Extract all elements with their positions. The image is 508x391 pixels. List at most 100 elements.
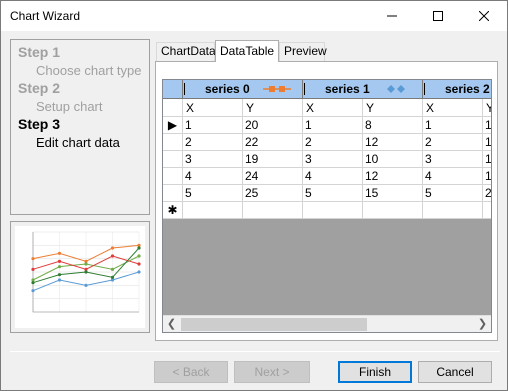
step-3-subtitle: Edit chart data	[36, 135, 120, 150]
table-cell[interactable]: 12	[363, 168, 423, 185]
table-cell[interactable]: 10	[363, 151, 423, 168]
table-cell[interactable]: 5	[183, 185, 243, 202]
series-name: series 2	[445, 82, 490, 96]
table-cell[interactable]: 4	[303, 168, 363, 185]
wizard-steps-panel: Step 1 Choose chart type Step 2 Setup ch…	[10, 39, 150, 215]
series-marker-icon	[387, 85, 405, 93]
table-cell[interactable]: 2	[423, 134, 483, 151]
table-cell[interactable]: 5	[423, 185, 483, 202]
table-cell[interactable]: 3	[423, 151, 483, 168]
table-cell[interactable]: 25	[243, 185, 303, 202]
table-cell[interactable]: 2	[483, 185, 491, 202]
preview-point	[31, 257, 35, 261]
preview-point	[31, 289, 35, 293]
row-header[interactable]	[163, 185, 183, 202]
preview-point	[110, 267, 115, 271]
table-cell[interactable]: 1	[483, 117, 491, 134]
table-cell[interactable]: 5	[303, 185, 363, 202]
preview-point	[110, 254, 115, 258]
preview-point	[84, 262, 88, 266]
new-row-cell[interactable]	[483, 202, 491, 219]
column-header-y[interactable]: Y	[483, 99, 491, 117]
preview-point	[57, 278, 62, 282]
table-cell[interactable]: 2	[303, 134, 363, 151]
window-title: Chart Wizard	[10, 9, 81, 23]
maximize-button[interactable]	[415, 1, 461, 31]
table-cell[interactable]: 1	[423, 117, 483, 134]
series-header-divider	[424, 83, 425, 95]
grid-corner	[163, 80, 183, 99]
table-cell[interactable]: 3	[303, 151, 363, 168]
preview-point	[57, 265, 62, 269]
back-button[interactable]: < Back	[154, 361, 228, 383]
cancel-button[interactable]: Cancel	[418, 361, 492, 383]
maximize-icon	[433, 11, 443, 21]
preview-point	[137, 254, 141, 258]
table-cell[interactable]: 15	[363, 185, 423, 202]
close-icon	[479, 11, 489, 21]
preview-point	[57, 251, 62, 255]
table-cell[interactable]: 4	[183, 168, 243, 185]
series-header-1[interactable]: series 1	[303, 80, 423, 99]
preview-point	[57, 259, 62, 263]
horizontal-scrollbar[interactable]: ❮ ❯	[163, 315, 491, 332]
table-cell[interactable]: 1	[183, 117, 243, 134]
table-cell[interactable]: 19	[243, 151, 303, 168]
close-button[interactable]	[461, 1, 507, 31]
preview-point	[110, 275, 115, 279]
new-row-cell[interactable]	[363, 202, 423, 219]
preview-point	[137, 270, 141, 274]
table-cell[interactable]: 8	[363, 117, 423, 134]
series-name: series 1	[325, 82, 370, 96]
row-header[interactable]: ▶	[163, 117, 183, 134]
table-cell[interactable]: 20	[243, 117, 303, 134]
row-header[interactable]	[163, 151, 183, 168]
data-grid[interactable]: series 0 series 1 series 2 X Y X Y X ▶ 1…	[162, 79, 492, 333]
table-cell[interactable]: 3	[183, 151, 243, 168]
next-button[interactable]: Next >	[234, 361, 310, 383]
minimize-icon	[387, 15, 397, 17]
chart-wizard-window: Chart Wizard Step 1 Choose chart type St…	[0, 0, 508, 391]
table-cell[interactable]: 1	[303, 117, 363, 134]
scroll-left-arrow-icon[interactable]: ❮	[163, 316, 180, 332]
chart-preview-thumbnail	[10, 221, 150, 333]
new-row-header[interactable]: ✱	[163, 202, 183, 219]
new-row-cell[interactable]	[183, 202, 243, 219]
series-header-2[interactable]: series 2	[423, 80, 491, 99]
table-cell[interactable]: 24	[243, 168, 303, 185]
series-header-divider	[304, 83, 305, 95]
new-row-cell[interactable]	[303, 202, 363, 219]
new-row-cell[interactable]	[243, 202, 303, 219]
table-cell[interactable]: 2	[183, 134, 243, 151]
column-header-x[interactable]: X	[183, 99, 243, 117]
preview-point	[31, 281, 35, 285]
preview-point	[137, 262, 141, 266]
minimize-button[interactable]	[369, 1, 415, 31]
tab-preview[interactable]: Preview	[279, 42, 327, 61]
preview-background	[15, 226, 145, 328]
step-2-subtitle: Setup chart	[36, 99, 103, 114]
row-header[interactable]	[163, 134, 183, 151]
table-cell[interactable]: 4	[423, 168, 483, 185]
finish-button[interactable]: Finish	[338, 361, 412, 383]
column-header-y[interactable]: Y	[363, 99, 423, 117]
series-line-icon	[263, 86, 291, 92]
column-header-y[interactable]: Y	[243, 99, 303, 117]
row-header[interactable]	[163, 168, 183, 185]
tab-datatable[interactable]: DataTable	[215, 40, 279, 62]
column-header-x[interactable]: X	[423, 99, 483, 117]
tab-chartdata[interactable]: ChartData	[156, 42, 216, 61]
column-header-x[interactable]: X	[303, 99, 363, 117]
scrollbar-thumb[interactable]	[181, 318, 367, 331]
table-cell[interactable]: 1	[483, 151, 491, 168]
preview-point	[110, 246, 115, 250]
table-cell[interactable]: 22	[243, 134, 303, 151]
new-row-cell[interactable]	[423, 202, 483, 219]
step-3-title: Step 3	[18, 116, 61, 132]
scroll-right-arrow-icon[interactable]: ❯	[474, 316, 491, 332]
series-header-0[interactable]: series 0	[183, 80, 303, 99]
table-cell[interactable]: 12	[363, 134, 423, 151]
table-cell[interactable]: 1	[483, 134, 491, 151]
table-cell[interactable]: 1	[483, 168, 491, 185]
footer-separator	[10, 351, 500, 352]
